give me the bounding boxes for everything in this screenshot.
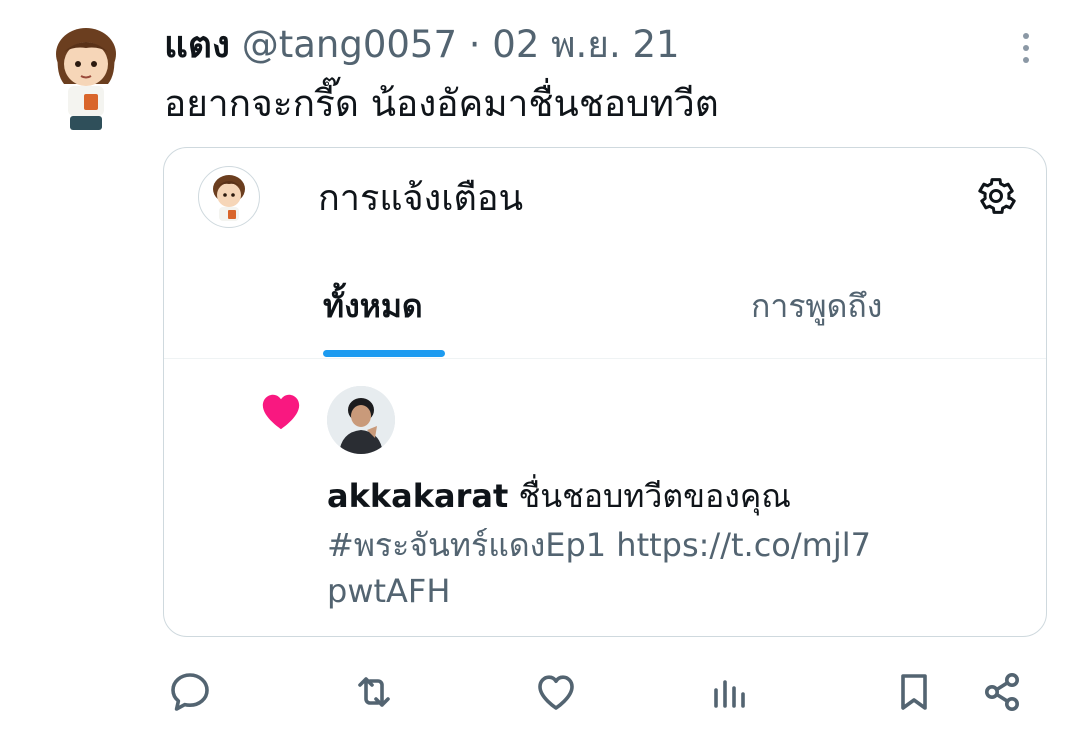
tweet-text: อยากจะกรี๊ด น้องอัคมาชื่นชอบทวีต	[164, 82, 719, 125]
heart-icon	[258, 388, 304, 432]
notification-tweet-preview[interactable]: #พระจันทร์แดงEp1 https://t.co/mjl7pwtAFH	[327, 522, 887, 614]
gear-icon[interactable]	[972, 172, 1020, 220]
card-avatar	[198, 166, 260, 228]
like-icon[interactable]	[532, 668, 580, 716]
author-avatar[interactable]	[48, 24, 124, 134]
more-options-icon[interactable]	[1010, 28, 1042, 68]
tabs-divider	[164, 358, 1046, 359]
tweet-header: แตง @tang0057 · 02 พ.ย. 21	[164, 22, 680, 68]
embedded-image-card[interactable]: การแจ้งเตือน ทั้งหมด การพูดถึง akkakarat…	[163, 147, 1047, 637]
author-handle[interactable]: @tang0057	[242, 23, 457, 66]
retweet-icon[interactable]	[350, 668, 398, 716]
analytics-icon[interactable]	[706, 668, 754, 716]
author-name[interactable]: แตง	[164, 23, 230, 66]
tweet-date[interactable]: 02 พ.ย. 21	[492, 23, 679, 66]
header-separator: ·	[468, 23, 481, 66]
share-icon[interactable]	[978, 668, 1026, 716]
notification-username[interactable]: akkakarat	[327, 477, 508, 515]
notification-text: ชื่นชอบทวีตของคุณ	[518, 477, 791, 515]
notifications-title: การแจ้งเตือน	[318, 178, 524, 219]
active-tab-indicator	[323, 350, 445, 357]
notification-user-avatar[interactable]	[327, 386, 395, 454]
bookmark-icon[interactable]	[890, 668, 938, 716]
tab-mentions[interactable]: การพูดถึง	[751, 284, 882, 328]
notification-line: akkakarat ชื่นชอบทวีตของคุณ	[327, 474, 791, 518]
reply-icon[interactable]	[166, 668, 214, 716]
tab-all[interactable]: ทั้งหมด	[323, 284, 423, 328]
